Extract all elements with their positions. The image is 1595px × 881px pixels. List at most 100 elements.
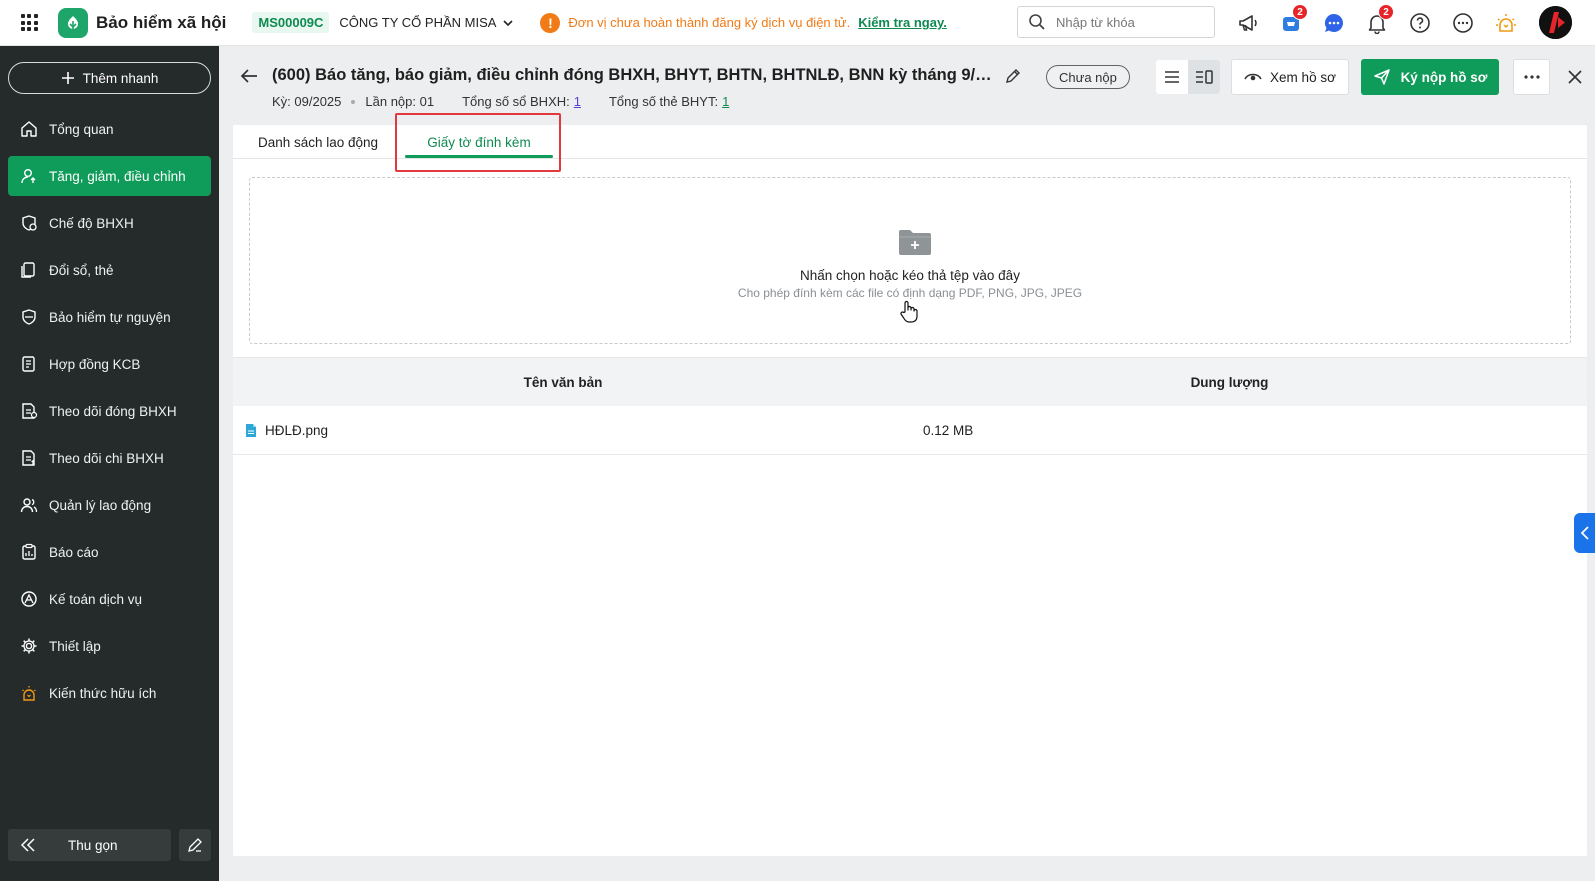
cart-icon[interactable]: 2	[1269, 0, 1312, 46]
sidebar-item-track-spending[interactable]: Theo dõi chi BHXH	[8, 438, 211, 478]
user-change-icon	[21, 169, 36, 184]
collapse-sidebar-button[interactable]: Thu gọn	[8, 829, 171, 861]
pencil-icon[interactable]	[1003, 66, 1023, 86]
dropzone-instruction: Nhấn chọn hoặc kéo thả tệp vào đây	[800, 268, 1020, 283]
folder-add-icon	[899, 230, 931, 255]
collapse-label: Thu gọn	[68, 837, 118, 853]
company-selector[interactable]: CÔNG TY CỔ PHẦN MISA	[339, 15, 514, 30]
check-now-link[interactable]: Kiểm tra ngay.	[858, 15, 947, 30]
card-swap-icon	[21, 262, 35, 278]
sidebar-item-voluntary-insurance[interactable]: Bảo hiểm tự nguyện	[8, 297, 211, 337]
sidebar-item-settings[interactable]: Thiết lập	[8, 626, 211, 666]
edit-menu-button[interactable]	[179, 829, 211, 861]
sidebar: Thêm nhanh Tổng quan Tăng, giảm, điều ch…	[0, 46, 219, 881]
app-logo-icon	[58, 7, 88, 38]
sidebar-item-label: Đổi sổ, thẻ	[49, 262, 114, 278]
view-toggle	[1156, 60, 1220, 94]
more-dots-icon	[1523, 75, 1540, 79]
list-view-icon[interactable]	[1156, 60, 1188, 94]
tab-attachments[interactable]: Giấy tờ đính kèm	[405, 125, 553, 159]
sidebar-item-label: Chế độ BHXH	[49, 215, 134, 231]
sidebar-item-label: Theo dõi đóng BHXH	[49, 403, 177, 419]
sign-submit-button[interactable]: Ký nộp hồ sơ	[1361, 59, 1499, 95]
sidebar-item-knowledge[interactable]: Kiến thức hữu ích	[8, 673, 211, 713]
warning-icon: !	[540, 12, 561, 33]
sidebar-item-label: Kế toán dịch vụ	[49, 591, 143, 607]
megaphone-icon[interactable]	[1226, 0, 1269, 46]
send-icon	[1373, 69, 1390, 85]
back-arrow-icon[interactable]	[237, 64, 261, 88]
app-title: Bảo hiểm xã hội	[96, 12, 227, 32]
close-icon[interactable]	[1564, 66, 1586, 88]
tab-employee-list[interactable]: Danh sách lao động	[233, 125, 403, 159]
column-header-size: Dung lượng	[1190, 374, 1269, 390]
table-row[interactable]: HĐLĐ.png 0.12 MB	[233, 406, 1587, 455]
sidebar-item-card-swap[interactable]: Đổi sổ, thẻ	[8, 250, 211, 290]
sidebar-item-increase-decrease[interactable]: Tăng, giảm, điều chỉnh	[8, 156, 211, 196]
page-title: (600) Báo tăng, báo giảm, điều chỉnh đón…	[272, 66, 994, 84]
edit-icon	[188, 838, 202, 852]
quick-add-label: Thêm nhanh	[82, 70, 159, 86]
hand-cursor-icon	[900, 300, 918, 323]
period-text: Kỳ: 09/2025	[272, 94, 342, 109]
bell-icon[interactable]: 2	[1355, 0, 1398, 46]
sidebar-item-bhxh-regime[interactable]: Chế độ BHXH	[8, 203, 211, 243]
more-circle-icon[interactable]	[1441, 0, 1484, 46]
sidebar-item-reports[interactable]: Báo cáo	[8, 532, 211, 572]
side-panel-toggle[interactable]	[1574, 513, 1595, 553]
gear-icon	[21, 638, 37, 654]
view-dossier-label: Xem hồ sơ	[1270, 69, 1336, 85]
file-icon	[246, 423, 256, 437]
sidebar-item-kcb-contract[interactable]: Hợp đồng KCB	[8, 344, 211, 384]
apps-grid-icon[interactable]	[0, 0, 58, 46]
doc-pay-icon	[22, 450, 35, 466]
file-name-cell[interactable]: HĐLĐ.png	[245, 423, 328, 438]
search-box[interactable]	[1017, 6, 1215, 38]
sidebar-item-track-payment[interactable]: Theo dõi đóng BHXH	[8, 391, 211, 431]
home-icon	[21, 121, 37, 137]
shield-icon	[22, 309, 36, 325]
sidebar-item-overview[interactable]: Tổng quan	[8, 109, 211, 149]
sidebar-item-label: Báo cáo	[49, 544, 99, 560]
user-avatar[interactable]	[1539, 6, 1572, 39]
bhxh-count-label: Tổng số sổ BHXH:	[462, 94, 570, 109]
help-icon[interactable]	[1398, 0, 1441, 46]
sidebar-item-label: Quản lý lao động	[49, 497, 152, 513]
file-dropzone[interactable]: Nhấn chọn hoặc kéo thả tệp vào đây Cho p…	[249, 177, 1571, 344]
plus-icon	[61, 72, 74, 84]
file-size: 0.12 MB	[923, 422, 974, 438]
sidebar-item-label: Thiết lập	[49, 638, 101, 654]
brand[interactable]: Bảo hiểm xã hội	[58, 7, 227, 38]
attempt-text: Lần nộp: 01	[365, 94, 435, 109]
knowledge-icon	[22, 686, 36, 701]
people-icon	[20, 498, 38, 513]
contract-icon	[22, 356, 35, 372]
bhyt-count-link[interactable]: 1	[722, 94, 729, 109]
shield-heart-icon	[22, 215, 37, 231]
column-header-name: Tên văn bản	[523, 374, 603, 390]
dropzone-formats: Cho phép đính kèm các file có định dạng …	[737, 286, 1083, 300]
cart-badge: 2	[1292, 4, 1308, 20]
chat-icon[interactable]	[1312, 0, 1355, 46]
quick-add-button[interactable]: Thêm nhanh	[8, 62, 211, 94]
sidebar-item-label: Theo dõi chi BHXH	[49, 450, 164, 466]
chevron-left-icon	[1580, 526, 1589, 540]
sidebar-item-label: Tổng quan	[49, 121, 114, 137]
double-chevron-left-icon	[8, 838, 48, 852]
bhyt-count-label: Tổng số thẻ BHYT:	[608, 94, 719, 109]
sidebar-item-labor-management[interactable]: Quản lý lao động	[8, 485, 211, 525]
sidebar-item-label: Hợp đồng KCB	[49, 356, 141, 372]
bhxh-count-link[interactable]: 1	[574, 94, 581, 109]
more-options-button[interactable]	[1513, 59, 1550, 95]
attachments-panel: Danh sách lao động Giấy tờ đính kèm Nhấn…	[233, 113, 1587, 856]
table-header: Tên văn bản Dung lượng	[233, 357, 1587, 406]
warning-text: Đơn vị chưa hoàn thành đăng ký dịch vụ đ…	[568, 15, 851, 30]
view-dossier-button[interactable]: Xem hồ sơ	[1231, 59, 1349, 95]
report-icon	[22, 543, 36, 560]
lightbulb-icon[interactable]	[1484, 0, 1527, 46]
split-view-icon[interactable]	[1188, 60, 1220, 94]
sidebar-item-label: Kiến thức hữu ích	[49, 685, 157, 701]
sidebar-item-accounting-service[interactable]: Kế toán dịch vụ	[8, 579, 211, 619]
search-input[interactable]	[1056, 14, 1206, 30]
sidebar-item-label: Bảo hiểm tự nguyện	[49, 309, 171, 325]
